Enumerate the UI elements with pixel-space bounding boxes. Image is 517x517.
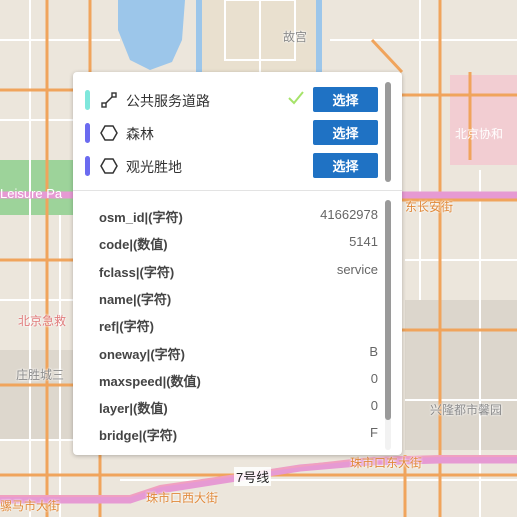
layer-list-scrollbar[interactable] — [385, 82, 391, 182]
layer-row-public-service-road: 公共服务道路 选择 — [73, 86, 383, 114]
attribute-row: osm_id|(字符) 41662978 — [73, 200, 383, 228]
layer-list: 公共服务道路 选择 森林 选择 观光胜地 选择 — [73, 72, 402, 187]
attribute-key: osm_id|(字符) — [99, 210, 183, 225]
attribute-value: service — [336, 261, 378, 277]
feature-info-panel: 公共服务道路 选择 森林 选择 观光胜地 选择 osm_id|(字符) 4166… — [73, 72, 402, 455]
attribute-key: maxspeed|(数值) — [99, 373, 201, 389]
layer-label: 观光胜地 — [126, 159, 182, 175]
attribute-row: code|(数值) 5141 — [73, 227, 383, 255]
layer-list-scrollbar-thumb[interactable] — [385, 82, 391, 182]
map-label-zhushikou-east: 珠市口东大街 — [350, 456, 423, 470]
attribute-scrollbar-thumb[interactable] — [385, 200, 391, 420]
attribute-value: 41662978 — [320, 207, 378, 222]
map-label-zhuangsheng: 庄胜城三 — [16, 368, 65, 382]
attribute-row: maxspeed|(数值) 0 — [73, 364, 383, 392]
map-label-zhushikou-west: 珠市口西大街 — [146, 491, 219, 505]
layer-color-bar — [85, 123, 90, 143]
attribute-value: 0 — [370, 398, 378, 414]
attribute-key: ref|(字符) — [99, 319, 154, 335]
layer-color-bar — [85, 90, 90, 110]
attribute-row: bridge|(字符) F — [73, 418, 383, 446]
attribute-key: layer|(数值) — [99, 401, 168, 417]
attribute-row: oneway|(字符) B — [73, 337, 383, 365]
attribute-row: fclass|(字符) service — [73, 255, 383, 283]
attribute-value: F — [370, 425, 378, 441]
select-button[interactable]: 选择 — [313, 153, 378, 178]
map-label-beijing-xi: 北京急救 — [18, 314, 67, 328]
attribute-row: layer|(数值) 0 — [73, 391, 383, 419]
layer-label: 公共服务道路 — [126, 93, 210, 109]
attribute-key: fclass|(字符) — [99, 264, 175, 280]
map-label-east-changan: 东长安街 — [405, 200, 454, 214]
hexagon-icon — [100, 158, 118, 174]
polyline-icon — [101, 92, 117, 108]
attribute-table: osm_id|(字符) 41662978 code|(数值) 5141 fclass|(… — [73, 200, 402, 455]
attribute-row: ref|(字符) — [73, 309, 383, 337]
attribute-key: bridge|(字符) — [99, 428, 178, 444]
attribute-scrollbar[interactable] — [385, 200, 391, 450]
select-button[interactable]: 选择 — [313, 87, 378, 112]
map-label-metro-line-7: 7号线 — [234, 467, 272, 486]
attribute-value: 5141 — [349, 234, 378, 250]
map-label-peking-union: 北京协和 — [455, 127, 504, 141]
layer-row-forest: 森林 选择 — [73, 119, 383, 147]
attribute-value: 0 — [370, 370, 378, 386]
hexagon-icon — [100, 125, 118, 141]
attribute-row: name|(字符) — [73, 282, 383, 310]
attribute-key: oneway|(字符) — [99, 346, 185, 362]
layer-row-scenic-spot: 观光胜地 选择 — [73, 152, 383, 180]
map-label-xinglong: 兴隆都市馨园 — [430, 403, 503, 417]
map-label-luomashi: 骡马市大街 — [0, 499, 61, 513]
map-label-palace: 故宫 — [283, 30, 308, 44]
panel-divider — [73, 190, 402, 191]
check-icon — [288, 91, 304, 105]
attribute-value: B — [369, 343, 378, 359]
attribute-key: name|(字符) — [99, 291, 172, 307]
layer-color-bar — [85, 156, 90, 176]
select-button[interactable]: 选择 — [313, 120, 378, 145]
map-label-leisure: Leisure Pa — [0, 186, 63, 201]
layer-label: 森林 — [126, 126, 154, 142]
attribute-key: code|(数值) — [99, 237, 168, 253]
